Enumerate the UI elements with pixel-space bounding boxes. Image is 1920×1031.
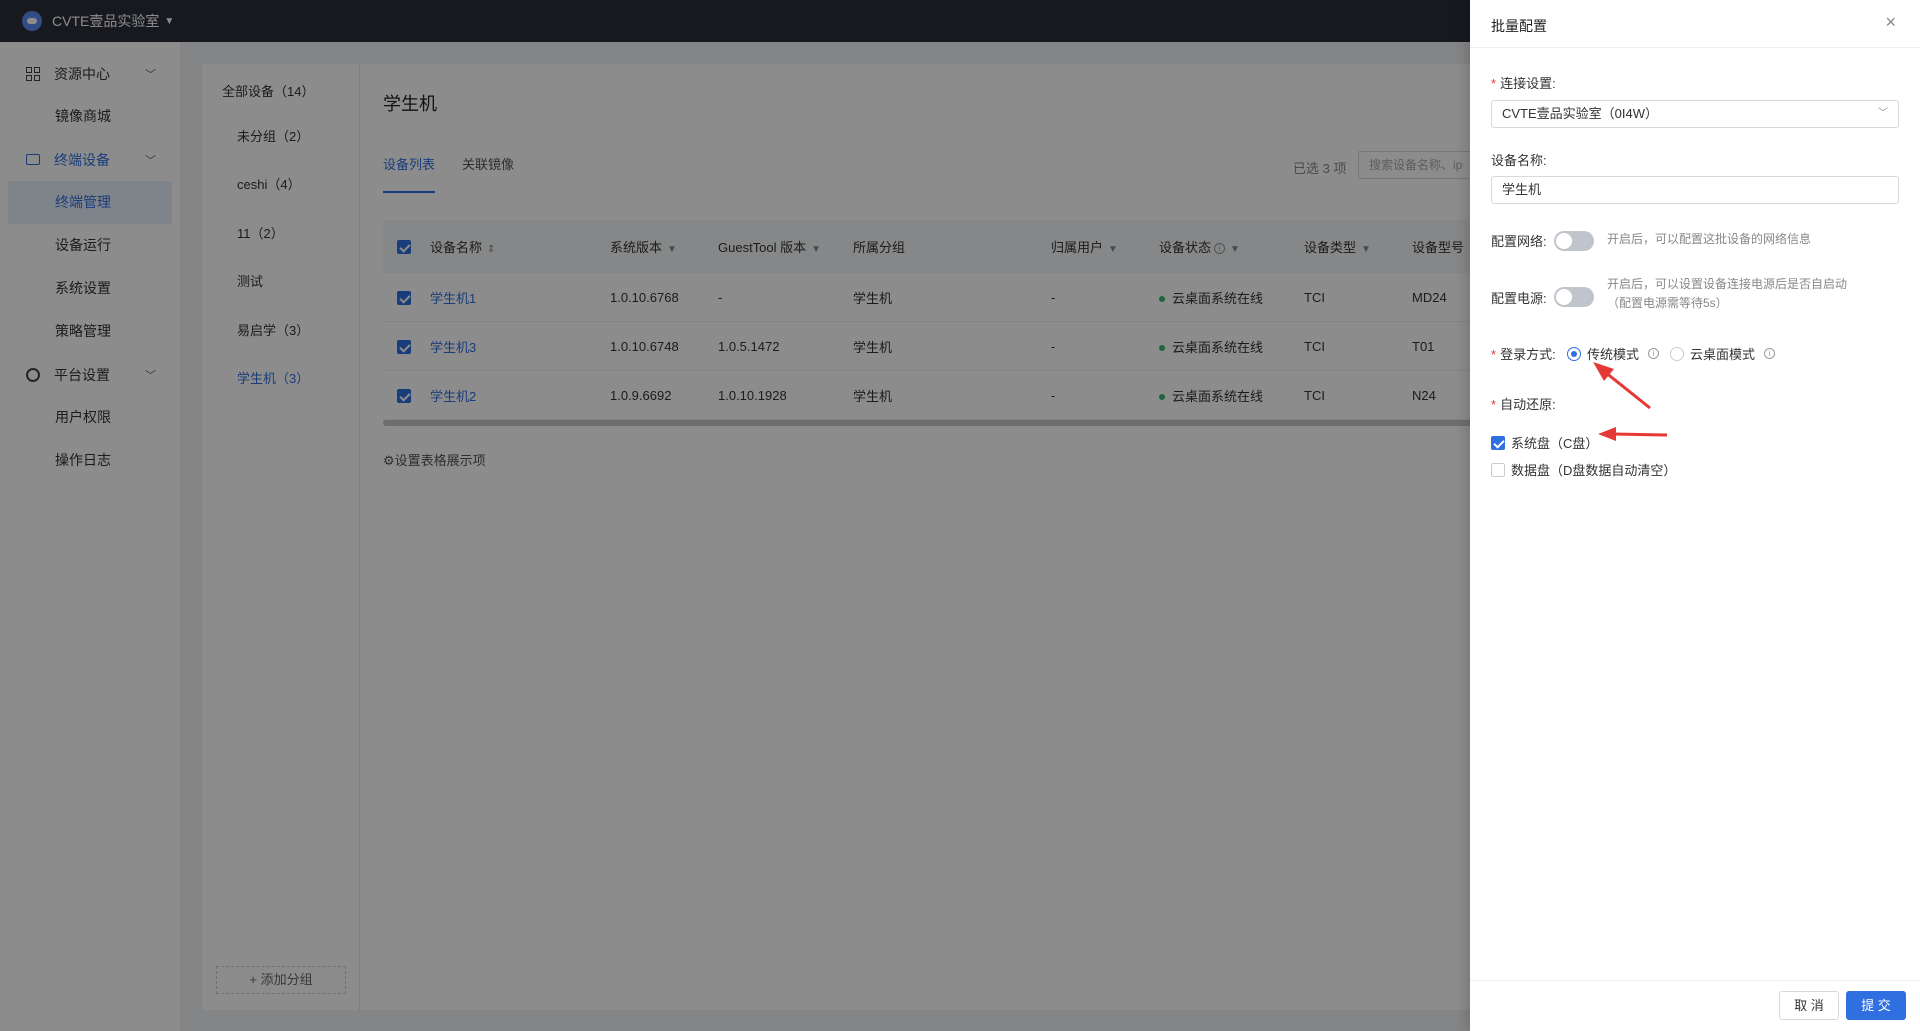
divider [1470, 980, 1920, 981]
submit-button[interactable]: 提 交 [1846, 991, 1906, 1020]
chevron-down-icon: ﹀ [1878, 108, 1888, 119]
restore-data-disk[interactable]: 数据盘（D盘数据自动清空） [1491, 460, 1682, 479]
power-hint-line-2: （配置电源需等待5s） [1607, 296, 1728, 310]
connection-select[interactable]: CVTE壹品实验室（0I4W） ﹀ [1491, 100, 1899, 128]
divider [1470, 47, 1920, 48]
power-toggle[interactable] [1554, 287, 1594, 307]
close-icon[interactable]: × [1885, 12, 1896, 33]
device-name-label: 设备名称: [1491, 153, 1547, 168]
login-option-label: 传统模式 [1587, 347, 1640, 362]
restore-option-label: 系统盘（C盘） [1511, 436, 1599, 451]
device-name-input[interactable]: 学生机 [1491, 176, 1899, 204]
login-option-traditional[interactable]: 传统模式 i [1567, 344, 1665, 363]
radio-unselected[interactable] [1670, 346, 1684, 361]
connection-label: * 连接设置: [1491, 76, 1556, 91]
restore-system-disk[interactable]: 系统盘（C盘） [1491, 433, 1604, 452]
drawer-title: 批量配置 [1491, 18, 1547, 34]
info-icon[interactable]: i [1764, 348, 1776, 359]
login-option-cloud-desktop[interactable]: 云桌面模式 i [1670, 344, 1781, 363]
network-toggle[interactable] [1554, 231, 1594, 251]
batch-config-drawer: 批量配置 × * 连接设置: CVTE壹品实验室（0I4W） ﹀ 设备名称: 学生… [1470, 0, 1920, 1031]
data-disk-checkbox[interactable] [1491, 462, 1505, 477]
overlay-mask[interactable] [0, 0, 1470, 1031]
power-hint-line-1: 开启后，可以设置设备连接电源后是否自启动 [1607, 277, 1848, 291]
restore-option-label: 数据盘（D盘数据自动清空） [1511, 463, 1677, 478]
system-disk-checkbox[interactable] [1491, 435, 1505, 450]
power-hint: 开启后，可以设置设备连接电源后是否自启动 （配置电源需等待5s） [1607, 275, 1847, 313]
radio-selected[interactable] [1567, 346, 1581, 361]
network-label: 配置网络: [1491, 234, 1547, 249]
cancel-button[interactable]: 取 消 [1779, 991, 1839, 1020]
info-icon[interactable]: i [1648, 348, 1660, 359]
connection-select-value: CVTE壹品实验室（0I4W） [1502, 106, 1659, 121]
auto-restore-label: * 自动还原: [1491, 397, 1556, 412]
power-label: 配置电源: [1491, 291, 1547, 306]
login-label: * 登录方式: [1491, 347, 1556, 362]
login-option-label: 云桌面模式 [1690, 347, 1756, 362]
network-hint: 开启后，可以配置这批设备的网络信息 [1607, 232, 1812, 246]
